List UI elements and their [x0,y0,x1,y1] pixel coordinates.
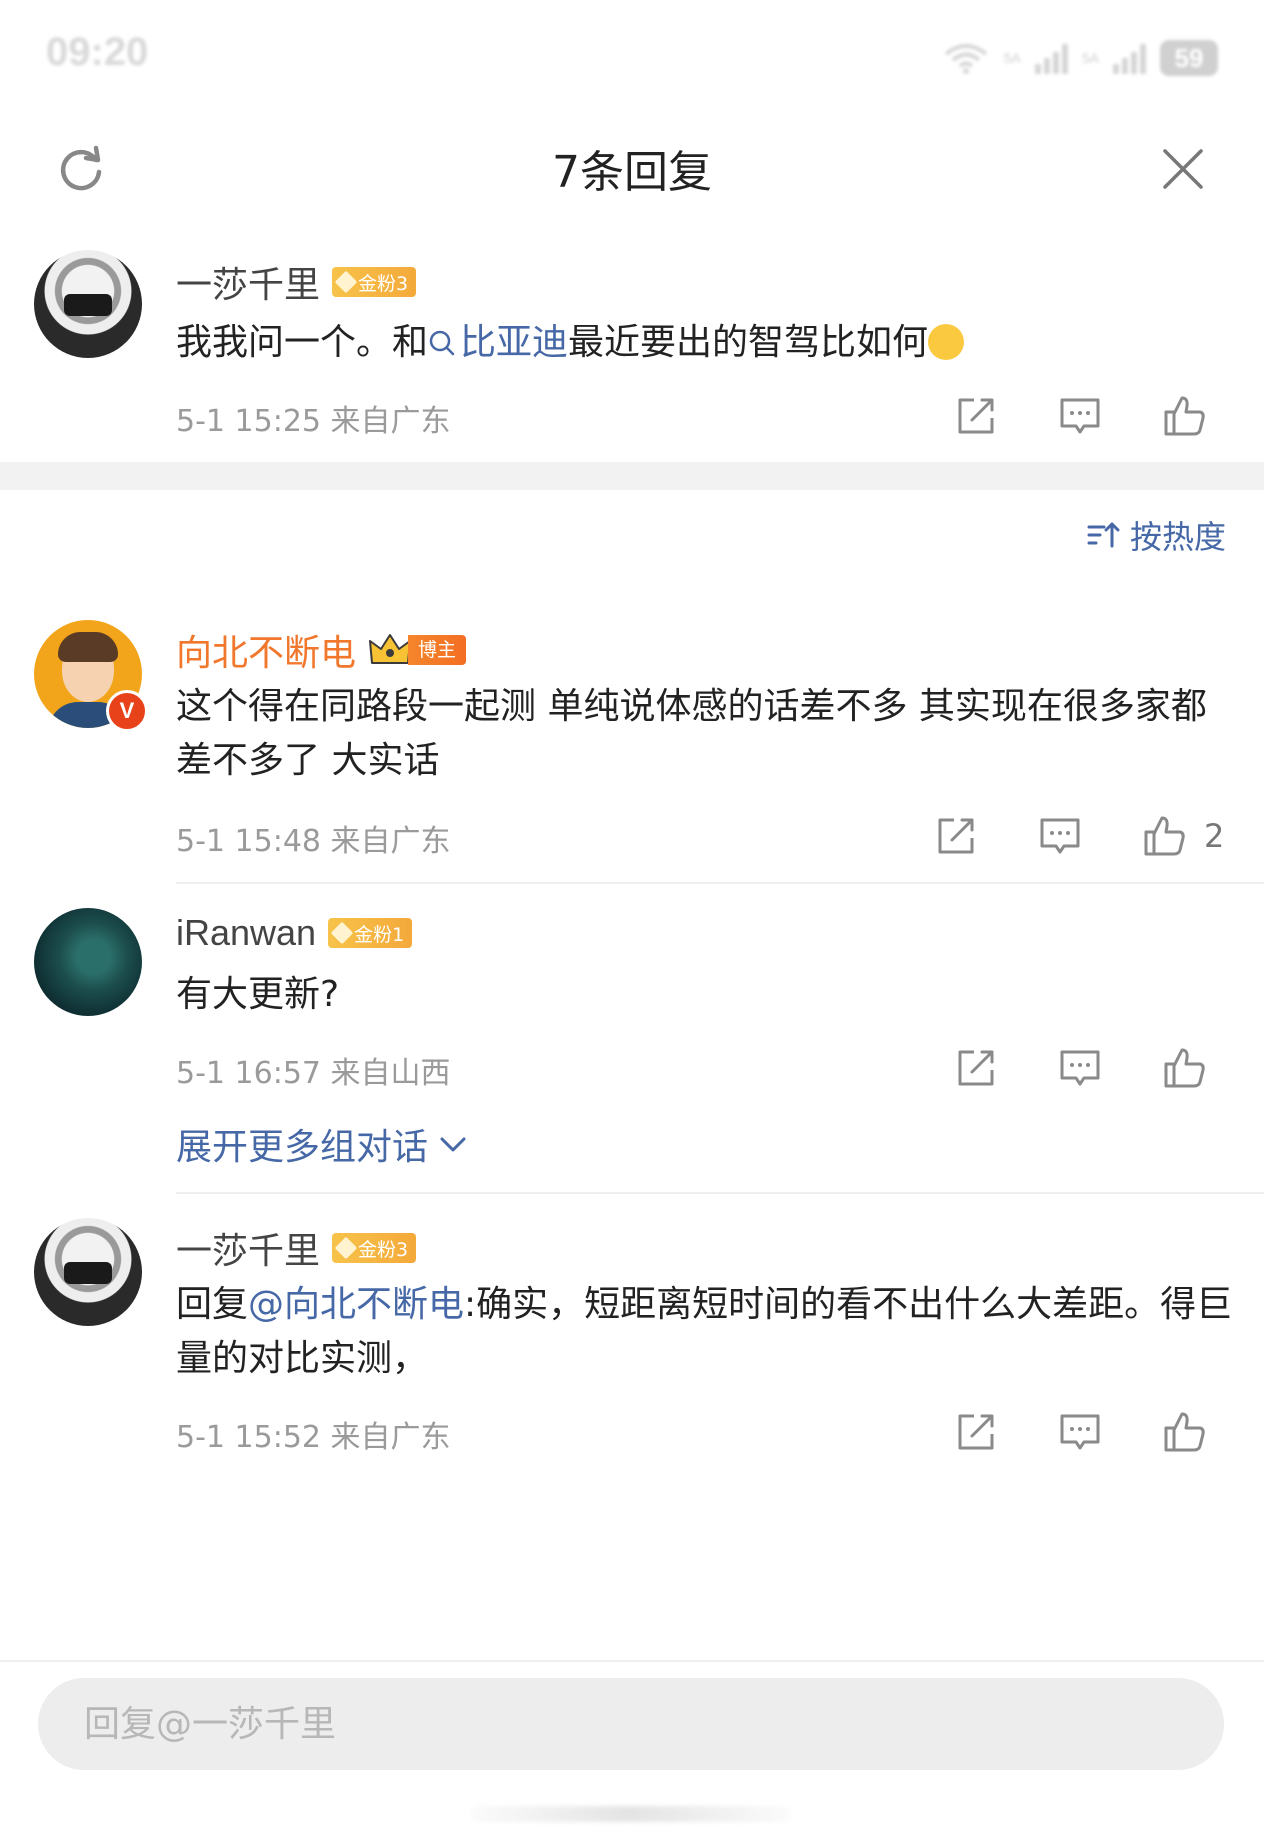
section-divider [0,462,1264,490]
mention-link[interactable]: @向北不断电 [248,1284,464,1325]
close-icon[interactable] [1160,146,1206,192]
smiling-face-icon [928,324,965,360]
avatar-mask [64,1262,112,1284]
verified-badge: V [106,690,148,732]
sort-button[interactable]: 按热度 [1086,512,1226,558]
topic-link[interactable]: 比亚迪 [428,322,568,363]
username[interactable]: 一莎千里 [176,256,320,308]
sort-label: 按热度 [1129,518,1226,556]
fan-badge-label: 金粉3 [358,272,409,295]
divider [176,1192,1264,1194]
like-icon[interactable] [1160,1408,1208,1456]
expand-conversation-link[interactable]: 展开更多组对话 [176,1118,468,1170]
gem-icon [334,1236,358,1260]
sort-icon [1087,522,1120,548]
battery-icon: 59 [1160,40,1218,76]
comment-text-after: 最近要出的智驾比如何 [568,322,929,363]
share-icon[interactable] [952,392,1000,440]
comment-actions [952,392,1208,440]
like-group[interactable]: 2 [1140,812,1224,860]
comment-meta: 5-1 15:52 来自广东 [176,1420,451,1455]
comment-text: 我我问一个。和 比亚迪最近要出的智驾比如何 [176,316,1236,370]
comment-text: 有大更新? [176,974,340,1015]
share-icon[interactable] [932,812,980,860]
header: 7条回复 [0,110,1264,222]
topic-link-label: 比亚迪 [460,322,569,363]
gem-icon [330,921,354,945]
comment-text: 这个得在同路段一起测 单纯说体感的话差不多 其实现在很多家都差不多了 大实话 [176,686,1207,781]
fan-badge-label: 金粉3 [358,1238,409,1261]
share-icon[interactable] [952,1044,1000,1092]
comment-meta: 5-1 16:57 来自山西 [176,1056,451,1091]
reply-input[interactable] [38,1678,1224,1770]
like-count: 2 [1204,817,1225,855]
network-label-2: 5A [1081,50,1099,66]
signal-icon [1113,42,1146,74]
reply-prefix: 回复 [176,1284,249,1325]
name-row: 向北不断电 博主 [176,624,467,676]
like-icon[interactable] [1160,392,1208,440]
like-icon[interactable] [1140,812,1188,860]
name-row: 一莎千里 金粉3 [176,1222,417,1274]
comment-actions [952,1408,1208,1456]
comment-icon[interactable] [1056,392,1104,440]
page-title: 7条回复 [552,147,712,198]
comment-actions: 2 [932,812,1224,860]
avatar[interactable] [34,250,142,358]
blogger-badge[interactable]: 博主 [368,634,467,666]
username[interactable]: iRanwan [176,912,316,954]
comment-icon[interactable] [1056,1408,1104,1456]
blogger-tag: 博主 [408,635,467,665]
home-indicator [470,1806,790,1822]
name-row: 一莎千里 金粉3 [176,256,417,308]
avatar[interactable] [34,908,142,1016]
crown-icon [369,634,412,664]
avatar-hair [58,632,118,662]
wifi-icon [944,44,987,74]
avatar-mask [64,294,112,316]
signal-icon [1034,42,1068,74]
comment-text: 回复@向北不断电:确实，短距离短时间的看不出什么大差距。得巨量的对比实测， [176,1278,1236,1386]
fan-badge-label: 金粉1 [354,923,405,946]
status-bar: 09:20 5A 5A 59 [0,0,1264,110]
fan-badge[interactable]: 金粉3 [332,267,417,297]
avatar[interactable] [34,1218,142,1326]
footer-divider [0,1660,1264,1662]
fan-badge[interactable]: 金粉3 [332,1233,417,1263]
network-label-1: 5A [1003,50,1021,66]
status-time: 09:20 [46,30,149,74]
divider [176,882,1264,884]
fan-badge[interactable]: 金粉1 [328,918,413,948]
comment-meta: 5-1 15:48 来自广东 [176,824,451,859]
name-row: iRanwan 金粉1 [176,912,413,954]
like-icon[interactable] [1160,1044,1208,1092]
comment-meta: 5-1 15:25 来自广东 [176,404,451,439]
comment-icon[interactable] [1056,1044,1104,1092]
status-icons: 5A 5A 59 [942,36,1218,80]
share-icon[interactable] [952,1408,1000,1456]
search-icon [429,330,455,356]
comment-icon[interactable] [1036,812,1084,860]
username[interactable]: 一莎千里 [176,1222,320,1274]
comment-text-before: 我我问一个。和 [176,322,429,363]
chevron-down-icon [440,1137,466,1152]
comment-actions [952,1044,1208,1092]
username[interactable]: 向北不断电 [176,624,356,676]
expand-label: 展开更多组对话 [176,1127,429,1168]
gem-icon [334,270,358,294]
